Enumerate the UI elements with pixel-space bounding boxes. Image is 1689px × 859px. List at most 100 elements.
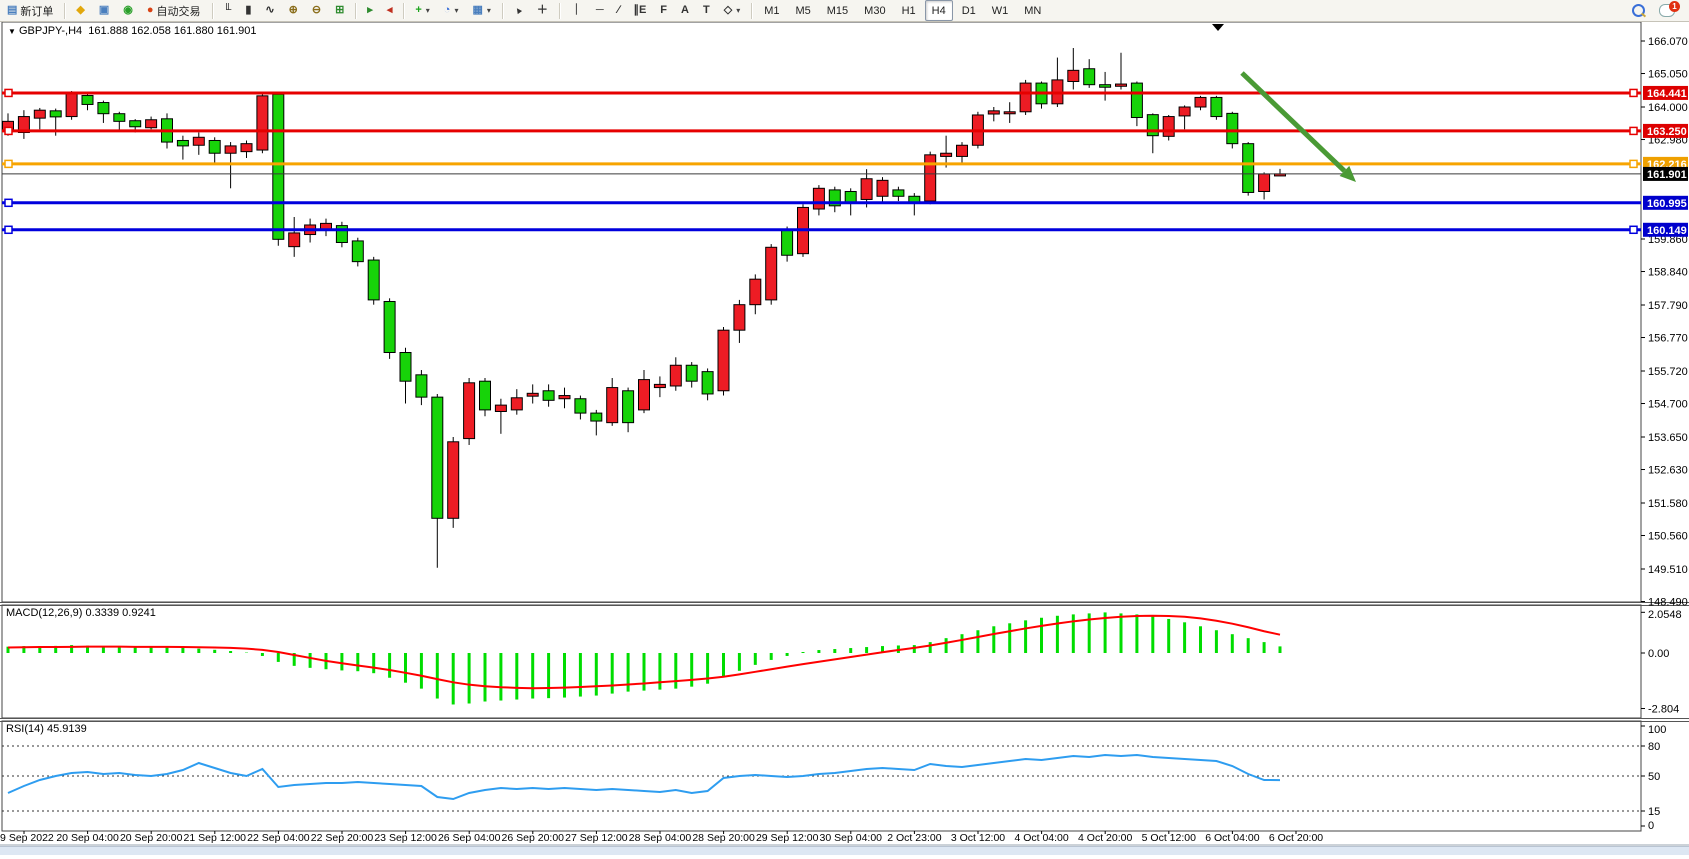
price-badge: 160.149 — [1643, 223, 1688, 237]
line-handle[interactable] — [5, 127, 12, 134]
auto-scroll-button[interactable]: ▸ — [361, 0, 379, 21]
timeframe-m30-button[interactable]: M30 — [857, 0, 892, 21]
line-handle[interactable] — [1630, 160, 1637, 167]
time-label: 6 Oct 04:00 — [1205, 832, 1259, 844]
line-handle[interactable] — [5, 89, 12, 96]
tile-windows-icon: ⊞ — [335, 5, 344, 16]
autotrade-icon: ● — [147, 5, 154, 16]
signals-button[interactable]: ◉ — [117, 0, 139, 21]
time-axis[interactable]: 19 Sep 202220 Sep 04:0020 Sep 20:0021 Se… — [0, 831, 1323, 844]
toolbar-separator — [212, 3, 213, 19]
templates-button[interactable]: ▦▾ — [466, 0, 496, 21]
search-button[interactable] — [1626, 0, 1651, 21]
charts-icon: ◆ — [76, 5, 84, 16]
rsi-axis-label: 80 — [1648, 741, 1660, 753]
price-tick-label: 151.580 — [1648, 498, 1688, 510]
trendline-icon: ∕ — [618, 5, 620, 16]
text-button[interactable]: A — [675, 0, 695, 21]
hline-button[interactable]: ─ — [590, 0, 610, 21]
candle — [368, 257, 379, 305]
price-tick-label: 164.000 — [1648, 102, 1688, 114]
profile-button[interactable]: ▣ — [93, 0, 115, 21]
time-label: 22 Sep 04:00 — [247, 832, 310, 844]
toolbar-separator — [64, 3, 65, 19]
zoom-in-icon: ⊕ — [289, 5, 298, 16]
time-label: 26 Sep 20:00 — [502, 832, 565, 844]
candle — [1211, 96, 1222, 120]
macd-axis-label: 2.0548 — [1648, 609, 1682, 621]
svg-text:160.995: 160.995 — [1647, 198, 1687, 210]
main-panel — [2, 22, 1641, 602]
templates-icon: ▦ — [472, 5, 482, 16]
price-tick-label: 156.770 — [1648, 333, 1688, 345]
autotrade-button[interactable]: ●自动交易 — [141, 0, 207, 21]
candle — [718, 327, 729, 396]
cursor-button[interactable]: ▲ — [508, 0, 529, 21]
trendline-button[interactable]: ∕ — [612, 0, 626, 21]
periods-button[interactable]: ◔▾ — [438, 0, 465, 21]
chart-shift-button[interactable]: ◂ — [381, 0, 399, 21]
price-tick-label: 150.560 — [1648, 531, 1688, 543]
arrows-button[interactable]: ◇▾ — [718, 0, 746, 21]
timeframe-m15-button[interactable]: M15 — [820, 0, 855, 21]
indicators-button[interactable]: +▾ — [409, 0, 435, 21]
macd-axis-label: -2.804 — [1648, 704, 1679, 716]
timeframe-m5-button[interactable]: M5 — [788, 0, 817, 21]
notifications-button[interactable]: 1 — [1653, 0, 1681, 21]
indicators-icon: + — [415, 5, 421, 16]
charts-button[interactable]: ◆ — [70, 0, 90, 21]
timeframe-w1-button[interactable]: W1 — [985, 0, 1016, 21]
timeframe-m1-button[interactable]: M1 — [757, 0, 786, 21]
rsi-axis-label: 100 — [1648, 724, 1666, 736]
line-handle[interactable] — [5, 199, 12, 206]
symbol-name: GBPJPY-,H4 — [19, 25, 82, 37]
crosshair-button[interactable]: ＋ — [531, 0, 554, 21]
candlestick-button[interactable]: ▮ — [239, 0, 257, 21]
time-label: 28 Sep 20:00 — [692, 832, 755, 844]
zoom-in-button[interactable]: ⊕ — [283, 0, 304, 21]
new-order-icon: ▤ — [7, 5, 17, 16]
line-handle[interactable] — [1630, 127, 1637, 134]
label-button[interactable]: T — [697, 0, 716, 21]
chart-dropdown-icon[interactable]: ▼ — [8, 27, 16, 36]
channel-button[interactable]: ∥E — [627, 0, 652, 21]
chevron-down-icon: ▾ — [487, 6, 491, 15]
time-label: 28 Sep 04:00 — [629, 832, 692, 844]
chart-canvas[interactable]: 166.070165.050164.000162.980159.860158.8… — [0, 0, 1689, 854]
time-label: 20 Sep 20:00 — [120, 832, 183, 844]
price-badge: 161.901 — [1643, 167, 1688, 181]
time-label: 30 Sep 04:00 — [820, 832, 883, 844]
toolbar-separator — [355, 3, 356, 19]
chevron-down-icon: ▾ — [426, 6, 430, 15]
price-tick-label: 165.050 — [1648, 69, 1688, 81]
vline-icon: ｜ — [571, 5, 582, 16]
candle — [766, 244, 777, 305]
timeframe-mn-button[interactable]: MN — [1017, 0, 1048, 21]
bar-chart-button[interactable]: ╙ — [218, 0, 238, 21]
tile-windows-button[interactable]: ⊞ — [329, 0, 350, 21]
candle — [448, 437, 459, 528]
time-label: 23 Sep 12:00 — [374, 832, 437, 844]
time-label: 19 Sep 2022 — [0, 832, 54, 844]
timeframe-d1-button[interactable]: D1 — [955, 0, 983, 21]
rsi-axis-label: 15 — [1648, 806, 1660, 818]
candle — [66, 91, 77, 120]
fibonacci-button[interactable]: F — [654, 0, 673, 21]
toolbar-separator — [403, 3, 404, 19]
fibonacci-icon: F — [660, 5, 667, 16]
line-handle[interactable] — [1630, 89, 1637, 96]
timeframe-h4-button[interactable]: H4 — [925, 0, 953, 21]
search-icon — [1632, 4, 1645, 17]
timeframe-h1-button[interactable]: H1 — [895, 0, 923, 21]
line-handle[interactable] — [1630, 226, 1637, 233]
line-chart-button[interactable]: ∿ — [259, 0, 280, 21]
line-handle[interactable] — [5, 226, 12, 233]
line-handle[interactable] — [5, 160, 12, 167]
new-order-button[interactable]: ▤新订单 — [1, 0, 59, 21]
signals-icon: ◉ — [123, 5, 133, 16]
zoom-out-button[interactable]: ⊖ — [306, 0, 327, 21]
vline-button[interactable]: ｜ — [565, 0, 588, 21]
profile-icon: ▣ — [99, 5, 109, 16]
price-tick-label: 166.070 — [1648, 36, 1688, 48]
candle — [925, 152, 936, 205]
